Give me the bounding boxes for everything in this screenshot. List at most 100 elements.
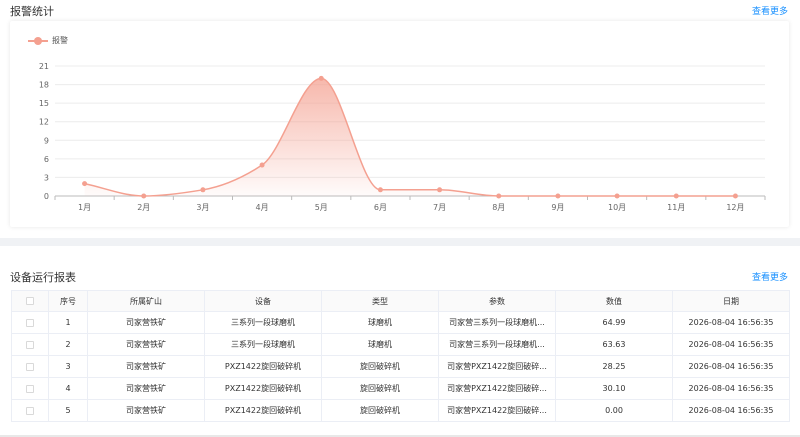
- y-tick-label: 15: [39, 99, 49, 108]
- table-cell: 2026-08-04 16:56:35: [672, 399, 790, 422]
- column-header: 设备: [204, 290, 322, 312]
- row-select-cell[interactable]: [11, 355, 49, 378]
- x-tick-label: 3月: [196, 203, 209, 212]
- x-tick-label: 12月: [726, 203, 744, 212]
- alarm-view-more-link[interactable]: 查看更多: [752, 4, 788, 17]
- table-row[interactable]: 5 司家营铁矿 PXZ1422旋回破碎机 旋回破碎机 司家营PXZ1422旋回破碎...…: [11, 399, 790, 422]
- table-cell: PXZ1422旋回破碎机: [204, 377, 322, 400]
- table-row[interactable]: 3 司家营铁矿 PXZ1422旋回破碎机 旋回破碎机 司家营PXZ1422旋回破碎...…: [11, 355, 790, 378]
- y-tick-label: 0: [44, 192, 49, 201]
- series-line: [84, 77, 736, 197]
- table-cell: 司家营PXZ1422旋回破碎...: [438, 399, 556, 422]
- column-header: 所属矿山: [87, 290, 205, 312]
- device-report-panel: 设备运行报表 查看更多 序号 所属矿山 设备 类型 参数 数值 日期 1 司家营铁…: [0, 246, 800, 437]
- table-cell: 司家营PXZ1422旋回破碎...: [438, 355, 556, 378]
- table-cell: 司家营铁矿: [87, 377, 205, 400]
- y-tick-label: 12: [39, 118, 49, 127]
- table-cell: 旋回破碎机: [321, 399, 439, 422]
- table-cell: 30.10: [555, 377, 673, 400]
- table-cell: 司家营铁矿: [87, 399, 205, 422]
- data-point: [555, 193, 561, 199]
- x-tick-label: 1月: [78, 203, 91, 212]
- table-cell: 63.63: [555, 333, 673, 356]
- data-point: [318, 75, 324, 81]
- series-area: [84, 78, 736, 196]
- table-cell: 2: [48, 333, 88, 356]
- row-checkbox[interactable]: [26, 384, 34, 393]
- x-tick-label: 11月: [667, 203, 685, 212]
- select-all-cell[interactable]: [11, 290, 49, 312]
- x-tick-label: 10月: [608, 203, 626, 212]
- table-cell: 4: [48, 377, 88, 400]
- x-tick-label: 5月: [315, 203, 328, 212]
- report-view-more-link[interactable]: 查看更多: [752, 270, 788, 283]
- table-cell: 司家营铁矿: [87, 333, 205, 356]
- table-cell: 司家营三系列一段球磨机...: [438, 333, 556, 356]
- row-select-cell[interactable]: [11, 333, 49, 356]
- alarm-statistics-panel: 报警统计 查看更多 报警 0 3 6 9 12 15 18 21 1月 2月 3月 4月 5月 6月 7月 8…: [0, 0, 800, 238]
- table-cell: 司家营PXZ1422旋回破碎...: [438, 377, 556, 400]
- data-point: [437, 187, 443, 193]
- table-cell: 三系列一段球磨机: [204, 333, 322, 356]
- data-point: [82, 181, 88, 187]
- table-cell: 1: [48, 311, 88, 334]
- x-tick-label: 7月: [433, 203, 446, 212]
- data-point: [259, 162, 265, 168]
- table-row[interactable]: 2 司家营铁矿 三系列一段球磨机 球磨机 司家营三系列一段球磨机... 63.63 2026…: [11, 333, 790, 356]
- column-header: 序号: [48, 290, 88, 312]
- row-select-cell[interactable]: [11, 377, 49, 400]
- data-point: [141, 193, 147, 199]
- alarm-chart-svg: 0 3 6 9 12 15 18 21 1月 2月 3月 4月 5月 6月 7月 8月 9月 10月 11月 12月: [39, 62, 766, 212]
- x-tick-label: 4月: [256, 203, 269, 212]
- row-checkbox[interactable]: [26, 406, 34, 415]
- data-point: [496, 193, 502, 199]
- report-panel-title: 设备运行报表: [10, 271, 76, 284]
- alarm-panel-title: 报警统计: [10, 5, 54, 18]
- y-tick-label: 6: [44, 155, 49, 164]
- column-header: 日期: [672, 290, 790, 312]
- table-cell: 球磨机: [321, 311, 439, 334]
- table-cell: PXZ1422旋回破碎机: [204, 399, 322, 422]
- table-cell: 0.00: [555, 399, 673, 422]
- table-cell: 司家营铁矿: [87, 355, 205, 378]
- table-row[interactable]: 4 司家营铁矿 PXZ1422旋回破碎机 旋回破碎机 司家营PXZ1422旋回破碎...…: [11, 377, 790, 400]
- y-tick-label: 21: [39, 62, 49, 71]
- table-header-row: 序号 所属矿山 设备 类型 参数 数值 日期: [11, 290, 790, 312]
- table-cell: 旋回破碎机: [321, 355, 439, 378]
- x-tick-label: 6月: [374, 203, 387, 212]
- row-checkbox[interactable]: [26, 362, 34, 371]
- data-point: [673, 193, 679, 199]
- row-select-cell[interactable]: [11, 399, 49, 422]
- column-header: 参数: [438, 290, 556, 312]
- table-cell: 旋回破碎机: [321, 377, 439, 400]
- y-tick-label: 3: [44, 173, 49, 182]
- alarm-chart: 报警 0 3 6 9 12 15 18 21 1月 2月 3月 4月 5月 6月 7月 8月 9月 10月 11月 1…: [10, 21, 789, 227]
- table-cell: 司家营铁矿: [87, 311, 205, 334]
- data-point: [377, 187, 383, 193]
- table-cell: 28.25: [555, 355, 673, 378]
- x-tick-label: 9月: [551, 203, 564, 212]
- row-checkbox[interactable]: [26, 318, 34, 327]
- y-tick-label: 9: [44, 136, 49, 145]
- data-point: [614, 193, 620, 199]
- table-cell: 64.99: [555, 311, 673, 334]
- table-row[interactable]: 1 司家营铁矿 三系列一段球磨机 球磨机 司家营三系列一段球磨机... 64.99 2026…: [11, 311, 790, 334]
- table-cell: 3: [48, 355, 88, 378]
- column-header: 数值: [555, 290, 673, 312]
- data-point: [732, 193, 738, 199]
- x-tick-label: 8月: [492, 203, 505, 212]
- row-select-cell[interactable]: [11, 311, 49, 334]
- table-cell: PXZ1422旋回破碎机: [204, 355, 322, 378]
- column-header: 类型: [321, 290, 439, 312]
- table-cell: 2026-08-04 16:56:35: [672, 311, 790, 334]
- table-cell: 球磨机: [321, 333, 439, 356]
- table-cell: 2026-08-04 16:56:35: [672, 355, 790, 378]
- data-point: [200, 187, 206, 193]
- device-report-table: 序号 所属矿山 设备 类型 参数 数值 日期 1 司家营铁矿 三系列一段球磨机 球磨机…: [11, 290, 790, 422]
- row-checkbox[interactable]: [26, 340, 34, 349]
- y-tick-label: 18: [39, 81, 49, 90]
- table-cell: 司家营三系列一段球磨机...: [438, 311, 556, 334]
- table-cell: 2026-08-04 16:56:35: [672, 377, 790, 400]
- select-all-checkbox[interactable]: [26, 297, 34, 305]
- x-tick-label: 2月: [137, 203, 150, 212]
